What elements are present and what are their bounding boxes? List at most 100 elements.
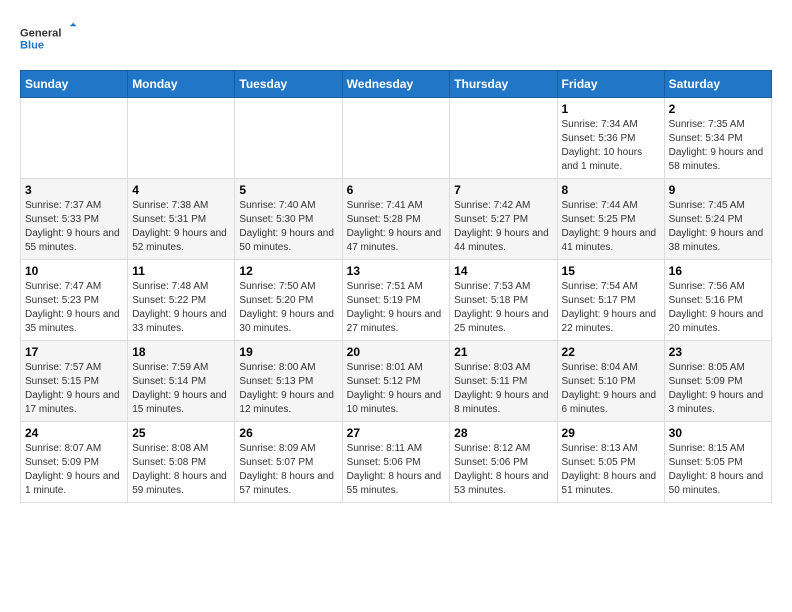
calendar-table: SundayMondayTuesdayWednesdayThursdayFrid… xyxy=(20,70,772,503)
day-info: Sunrise: 8:07 AM Sunset: 5:09 PM Dayligh… xyxy=(25,442,123,498)
day-info: Sunrise: 7:47 AM Sunset: 5:23 PM Dayligh… xyxy=(25,280,123,336)
calendar-day-cell: 22 Sunrise: 8:04 AM Sunset: 5:10 PM Dayli… xyxy=(557,341,664,422)
calendar-day-cell: 30 Sunrise: 8:15 AM Sunset: 5:05 PM Dayli… xyxy=(664,422,771,503)
day-number: 24 xyxy=(25,426,123,440)
day-info: Sunrise: 7:34 AM Sunset: 5:36 PM Dayligh… xyxy=(562,118,660,174)
day-info: Sunrise: 8:01 AM Sunset: 5:12 PM Dayligh… xyxy=(347,361,446,417)
calendar-day-cell: 4 Sunrise: 7:38 AM Sunset: 5:31 PM Daylig… xyxy=(128,179,235,260)
calendar-day-cell: 20 Sunrise: 8:01 AM Sunset: 5:12 PM Dayli… xyxy=(342,341,450,422)
calendar-day-cell: 23Sunrise: 8:05 AM Sunset: 5:09 PM Dayli… xyxy=(664,341,771,422)
calendar-week-row: 1 Sunrise: 7:34 AM Sunset: 5:36 PM Daylig… xyxy=(21,98,772,179)
day-info: Sunrise: 7:59 AM Sunset: 5:14 PM Dayligh… xyxy=(132,361,230,417)
calendar-day-cell: 27 Sunrise: 8:11 AM Sunset: 5:06 PM Dayli… xyxy=(342,422,450,503)
day-number: 1 xyxy=(562,102,660,116)
day-info: Sunrise: 8:08 AM Sunset: 5:08 PM Dayligh… xyxy=(132,442,230,498)
calendar-day-cell: 21Sunrise: 8:03 AM Sunset: 5:11 PM Dayli… xyxy=(450,341,557,422)
day-info: Sunrise: 8:15 AM Sunset: 5:05 PM Dayligh… xyxy=(669,442,767,498)
day-number: 15 xyxy=(562,264,660,278)
calendar-week-row: 10 Sunrise: 7:47 AM Sunset: 5:23 PM Dayli… xyxy=(21,260,772,341)
calendar-week-row: 24 Sunrise: 8:07 AM Sunset: 5:09 PM Dayli… xyxy=(21,422,772,503)
calendar-day-cell: 13Sunrise: 7:51 AM Sunset: 5:19 PM Dayli… xyxy=(342,260,450,341)
day-info: Sunrise: 7:56 AM Sunset: 5:16 PM Dayligh… xyxy=(669,280,767,336)
day-number: 4 xyxy=(132,183,230,197)
logo-svg: General Blue xyxy=(20,20,80,60)
calendar-day-cell: 16 Sunrise: 7:56 AM Sunset: 5:16 PM Dayli… xyxy=(664,260,771,341)
day-info: Sunrise: 8:04 AM Sunset: 5:10 PM Dayligh… xyxy=(562,361,660,417)
svg-text:General: General xyxy=(20,28,61,40)
day-info: Sunrise: 7:51 AM Sunset: 5:19 PM Dayligh… xyxy=(347,280,446,336)
calendar-day-cell: 10 Sunrise: 7:47 AM Sunset: 5:23 PM Dayli… xyxy=(21,260,128,341)
calendar-day-cell: 28 Sunrise: 8:12 AM Sunset: 5:06 PM Dayli… xyxy=(450,422,557,503)
day-number: 9 xyxy=(669,183,767,197)
day-info: Sunrise: 7:35 AM Sunset: 5:34 PM Dayligh… xyxy=(669,118,767,174)
calendar-day-cell xyxy=(128,98,235,179)
page-header: General Blue xyxy=(20,20,772,60)
calendar-day-cell: 9 Sunrise: 7:45 AM Sunset: 5:24 PM Daylig… xyxy=(664,179,771,260)
day-number: 5 xyxy=(239,183,337,197)
day-number: 16 xyxy=(669,264,767,278)
calendar-day-cell: 25 Sunrise: 8:08 AM Sunset: 5:08 PM Dayli… xyxy=(128,422,235,503)
day-number: 6 xyxy=(347,183,446,197)
day-number: 25 xyxy=(132,426,230,440)
day-number: 29 xyxy=(562,426,660,440)
calendar-week-row: 3 Sunrise: 7:37 AM Sunset: 5:33 PM Daylig… xyxy=(21,179,772,260)
day-info: Sunrise: 7:50 AM Sunset: 5:20 PM Dayligh… xyxy=(239,280,337,336)
day-info: Sunrise: 7:38 AM Sunset: 5:31 PM Dayligh… xyxy=(132,199,230,255)
weekday-header-row: SundayMondayTuesdayWednesdayThursdayFrid… xyxy=(21,71,772,98)
day-number: 20 xyxy=(347,345,446,359)
day-info: Sunrise: 8:11 AM Sunset: 5:06 PM Dayligh… xyxy=(347,442,446,498)
calendar-day-cell: 17Sunrise: 7:57 AM Sunset: 5:15 PM Dayli… xyxy=(21,341,128,422)
calendar-day-cell: 6 Sunrise: 7:41 AM Sunset: 5:28 PM Daylig… xyxy=(342,179,450,260)
weekday-header-cell: Thursday xyxy=(450,71,557,98)
weekday-header-cell: Friday xyxy=(557,71,664,98)
day-info: Sunrise: 7:42 AM Sunset: 5:27 PM Dayligh… xyxy=(454,199,552,255)
day-info: Sunrise: 8:09 AM Sunset: 5:07 PM Dayligh… xyxy=(239,442,337,498)
day-info: Sunrise: 8:13 AM Sunset: 5:05 PM Dayligh… xyxy=(562,442,660,498)
calendar-day-cell: 24 Sunrise: 8:07 AM Sunset: 5:09 PM Dayli… xyxy=(21,422,128,503)
day-info: Sunrise: 7:37 AM Sunset: 5:33 PM Dayligh… xyxy=(25,199,123,255)
calendar-week-row: 17Sunrise: 7:57 AM Sunset: 5:15 PM Dayli… xyxy=(21,341,772,422)
day-number: 2 xyxy=(669,102,767,116)
day-info: Sunrise: 7:41 AM Sunset: 5:28 PM Dayligh… xyxy=(347,199,446,255)
calendar-day-cell: 5Sunrise: 7:40 AM Sunset: 5:30 PM Daylig… xyxy=(235,179,342,260)
calendar-day-cell: 29 Sunrise: 8:13 AM Sunset: 5:05 PM Dayli… xyxy=(557,422,664,503)
weekday-header-cell: Monday xyxy=(128,71,235,98)
day-number: 27 xyxy=(347,426,446,440)
day-info: Sunrise: 8:12 AM Sunset: 5:06 PM Dayligh… xyxy=(454,442,552,498)
calendar-day-cell xyxy=(21,98,128,179)
day-number: 11 xyxy=(132,264,230,278)
weekday-header-cell: Tuesday xyxy=(235,71,342,98)
calendar-day-cell: 26 Sunrise: 8:09 AM Sunset: 5:07 PM Dayli… xyxy=(235,422,342,503)
day-info: Sunrise: 7:54 AM Sunset: 5:17 PM Dayligh… xyxy=(562,280,660,336)
calendar-day-cell: 7 Sunrise: 7:42 AM Sunset: 5:27 PM Daylig… xyxy=(450,179,557,260)
day-info: Sunrise: 7:45 AM Sunset: 5:24 PM Dayligh… xyxy=(669,199,767,255)
day-number: 18 xyxy=(132,345,230,359)
day-info: Sunrise: 7:48 AM Sunset: 5:22 PM Dayligh… xyxy=(132,280,230,336)
calendar-day-cell: 3 Sunrise: 7:37 AM Sunset: 5:33 PM Daylig… xyxy=(21,179,128,260)
day-number: 21 xyxy=(454,345,552,359)
day-number: 26 xyxy=(239,426,337,440)
day-info: Sunrise: 7:44 AM Sunset: 5:25 PM Dayligh… xyxy=(562,199,660,255)
calendar-day-cell: 11 Sunrise: 7:48 AM Sunset: 5:22 PM Dayli… xyxy=(128,260,235,341)
calendar-day-cell: 14 Sunrise: 7:53 AM Sunset: 5:18 PM Dayli… xyxy=(450,260,557,341)
calendar-day-cell xyxy=(342,98,450,179)
day-info: Sunrise: 7:53 AM Sunset: 5:18 PM Dayligh… xyxy=(454,280,552,336)
calendar-body: 1 Sunrise: 7:34 AM Sunset: 5:36 PM Daylig… xyxy=(21,98,772,503)
calendar-day-cell: 2 Sunrise: 7:35 AM Sunset: 5:34 PM Daylig… xyxy=(664,98,771,179)
weekday-header-cell: Saturday xyxy=(664,71,771,98)
day-number: 17 xyxy=(25,345,123,359)
day-number: 8 xyxy=(562,183,660,197)
day-number: 7 xyxy=(454,183,552,197)
calendar-day-cell xyxy=(235,98,342,179)
day-number: 14 xyxy=(454,264,552,278)
svg-text:Blue: Blue xyxy=(20,40,44,52)
day-number: 10 xyxy=(25,264,123,278)
day-number: 28 xyxy=(454,426,552,440)
weekday-header-cell: Sunday xyxy=(21,71,128,98)
day-number: 3 xyxy=(25,183,123,197)
day-info: Sunrise: 8:05 AM Sunset: 5:09 PM Dayligh… xyxy=(669,361,767,417)
calendar-day-cell xyxy=(450,98,557,179)
calendar-day-cell: 12Sunrise: 7:50 AM Sunset: 5:20 PM Dayli… xyxy=(235,260,342,341)
day-number: 22 xyxy=(562,345,660,359)
day-number: 30 xyxy=(669,426,767,440)
